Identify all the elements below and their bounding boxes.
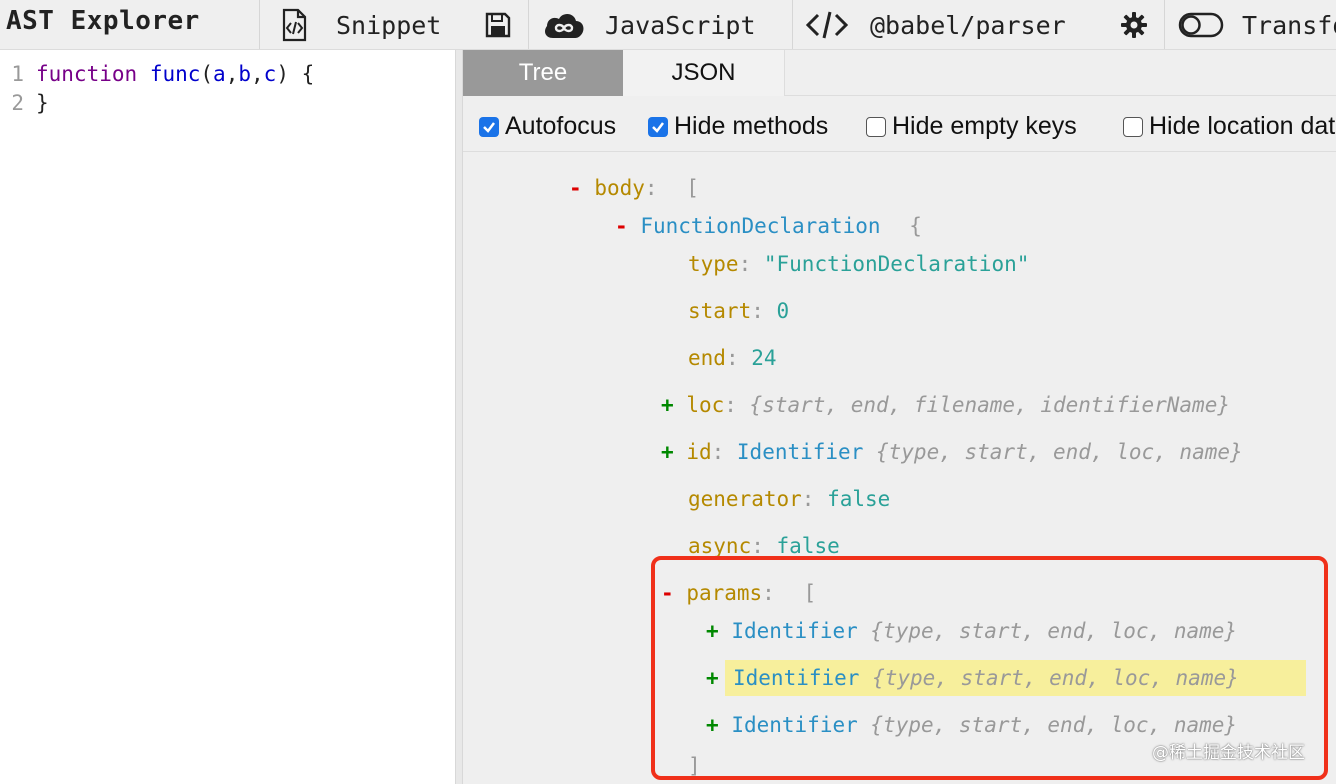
tree-node-loc[interactable]: + loc: {start, end, filename, identifier… xyxy=(661,387,1230,423)
parser-settings-button[interactable] xyxy=(1120,0,1148,49)
code-token: , xyxy=(251,62,264,86)
hide-location-data-option[interactable]: Hide location data xyxy=(1123,112,1336,141)
transform-label: Transform xyxy=(1242,10,1336,40)
code-token: b xyxy=(238,62,252,86)
toggle-off-icon xyxy=(1178,10,1224,40)
toolbar-divider xyxy=(528,0,529,49)
code-editor[interactable]: 1 function func(a,b,c) {2} xyxy=(0,50,455,784)
tree-prop-end: end: 24 xyxy=(688,346,777,370)
file-code-icon xyxy=(276,7,312,43)
snippet-button[interactable]: Snippet xyxy=(276,0,442,49)
node-type: FunctionDeclaration xyxy=(640,214,881,238)
hide-empty-keys-option[interactable]: Hide empty keys xyxy=(866,112,1077,141)
hide-location-data-label: Hide location data xyxy=(1149,112,1336,140)
autofocus-checkbox[interactable] xyxy=(479,116,499,137)
tree-node-id[interactable]: + id: Identifier {type, start, end, loc,… xyxy=(661,434,1243,470)
code-token: } xyxy=(36,91,49,115)
gear-icon xyxy=(1120,11,1148,39)
hide-methods-label: Hide methods xyxy=(674,112,829,140)
toolbar-divider xyxy=(259,0,260,49)
floppy-disk-icon xyxy=(484,11,512,39)
code-line[interactable]: 2} xyxy=(0,88,49,118)
tree-node-function-declaration[interactable]: - FunctionDeclaration { xyxy=(615,208,922,244)
collapse-toggle[interactable]: - xyxy=(615,214,628,238)
code-token: c xyxy=(263,62,277,86)
line-number: 2 xyxy=(11,91,24,115)
code-token: a xyxy=(213,62,226,86)
watermark: @稀土掘金技术社区 xyxy=(1152,743,1305,763)
code-token: func xyxy=(149,62,201,86)
autofocus-label: Autofocus xyxy=(505,112,617,140)
toolbar: AST Explorer Snippet JavaScript @babel/p… xyxy=(0,0,1336,50)
tree-options: Autofocus Hide methods Hide empty keys H… xyxy=(463,96,1336,152)
node-key: body xyxy=(594,176,645,200)
expand-toggle[interactable]: + xyxy=(661,440,674,464)
code-line[interactable]: 1 function func(a,b,c) { xyxy=(0,59,314,89)
collapse-toggle[interactable]: - xyxy=(569,176,582,200)
code-token: ) { xyxy=(276,62,315,86)
parser-label: @babel/parser xyxy=(870,10,1066,40)
tree-prop-start: start: 0 xyxy=(688,299,790,323)
snippet-label: Snippet xyxy=(336,10,442,40)
cloud-icon xyxy=(541,9,587,41)
hide-methods-option[interactable]: Hide methods xyxy=(648,112,828,141)
app-title: AST Explorer xyxy=(6,6,200,36)
language-label: JavaScript xyxy=(605,10,756,40)
node-bracket: [ xyxy=(686,176,699,200)
line-number: 1 xyxy=(11,62,24,86)
autofocus-option[interactable]: Autofocus xyxy=(479,112,616,141)
pane-splitter[interactable] xyxy=(455,50,463,784)
code-icon xyxy=(806,9,848,41)
output-tabs: Tree JSON xyxy=(463,50,1336,96)
code-token: function xyxy=(36,62,138,86)
save-button[interactable] xyxy=(484,0,512,49)
toolbar-divider xyxy=(792,0,793,49)
tree-prop-generator: generator: false xyxy=(688,487,891,511)
tree-node-body[interactable]: - body: [ xyxy=(569,170,699,206)
toolbar-divider xyxy=(1164,0,1165,49)
node-bracket: { xyxy=(909,214,922,238)
code-token: , xyxy=(225,62,239,86)
hide-methods-checkbox[interactable] xyxy=(648,116,668,137)
hide-empty-keys-label: Hide empty keys xyxy=(892,112,1077,140)
transform-toggle[interactable]: Transform xyxy=(1178,0,1336,49)
tab-json[interactable]: JSON xyxy=(623,50,785,96)
hide-empty-keys-checkbox[interactable] xyxy=(866,116,886,137)
language-select[interactable]: JavaScript xyxy=(541,0,756,49)
tab-tree[interactable]: Tree xyxy=(463,50,623,96)
tree-prop-type: type: "FunctionDeclaration" xyxy=(688,252,1030,276)
hide-location-data-checkbox[interactable] xyxy=(1123,116,1143,137)
expand-toggle[interactable]: + xyxy=(661,393,674,417)
code-token: ( xyxy=(200,62,214,86)
parser-select[interactable]: @babel/parser xyxy=(806,0,1066,49)
